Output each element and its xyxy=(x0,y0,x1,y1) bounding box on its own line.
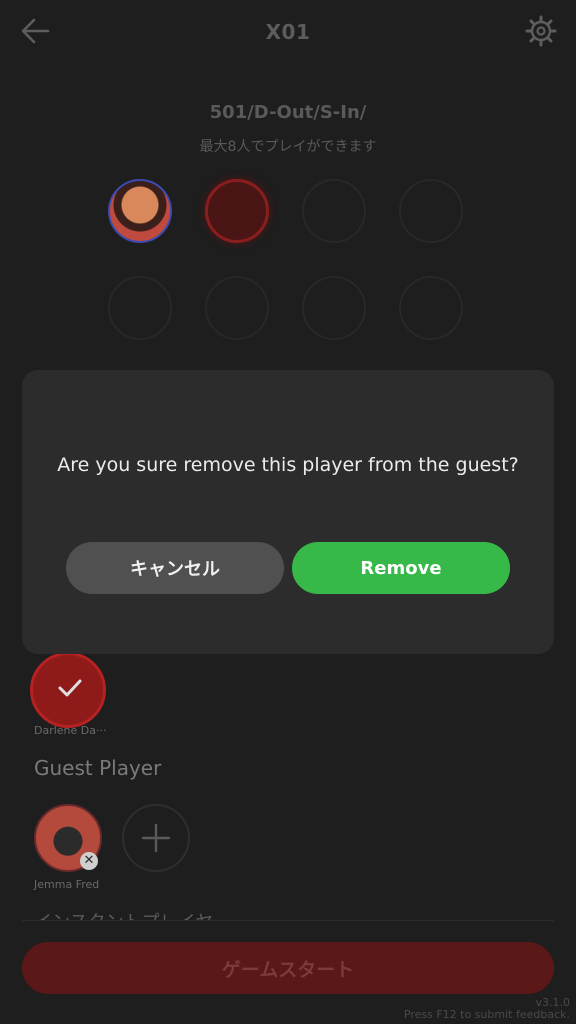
player-slot-selected[interactable] xyxy=(205,179,269,243)
player-slot-empty[interactable] xyxy=(399,276,463,340)
app-header: X01 xyxy=(0,0,576,62)
game-subtitle: 最大8人でプレイができます xyxy=(199,139,377,155)
page-title: X01 xyxy=(265,20,311,44)
player-slot-avatar[interactable] xyxy=(108,179,172,243)
add-guest-button[interactable] xyxy=(122,804,190,872)
plus-icon xyxy=(141,823,171,853)
confirm-dialog: Are you sure remove this player from the… xyxy=(22,370,554,654)
player-slot-empty[interactable] xyxy=(399,179,463,243)
dialog-message: Are you sure remove this player from the… xyxy=(57,454,519,476)
feedback-hint: Press F12 to submit feedback. xyxy=(403,1008,570,1021)
remove-button[interactable]: Remove xyxy=(292,542,510,594)
gear-icon[interactable] xyxy=(524,14,558,48)
player-slot-empty[interactable] xyxy=(108,276,172,340)
game-mode: 501/D-Out/S-In/ xyxy=(209,102,367,123)
player-slot-empty[interactable] xyxy=(302,179,366,243)
selected-player-name: Darlene Da··· xyxy=(34,724,107,737)
divider xyxy=(22,920,554,921)
remove-badge-icon[interactable]: ✕ xyxy=(80,852,98,870)
player-slot-empty[interactable] xyxy=(302,276,366,340)
player-slot-empty[interactable] xyxy=(205,276,269,340)
cancel-button[interactable]: キャンセル xyxy=(66,542,284,594)
check-icon xyxy=(58,679,82,697)
guest-section-title: Guest Player xyxy=(34,756,162,780)
instant-player-section-title: インスタントプレイヤー xyxy=(34,908,231,920)
game-start-button[interactable]: ゲームスタート xyxy=(22,942,554,994)
selected-player-avatar[interactable] xyxy=(30,652,106,728)
guest-player-name: Jemma Fred xyxy=(34,878,100,891)
